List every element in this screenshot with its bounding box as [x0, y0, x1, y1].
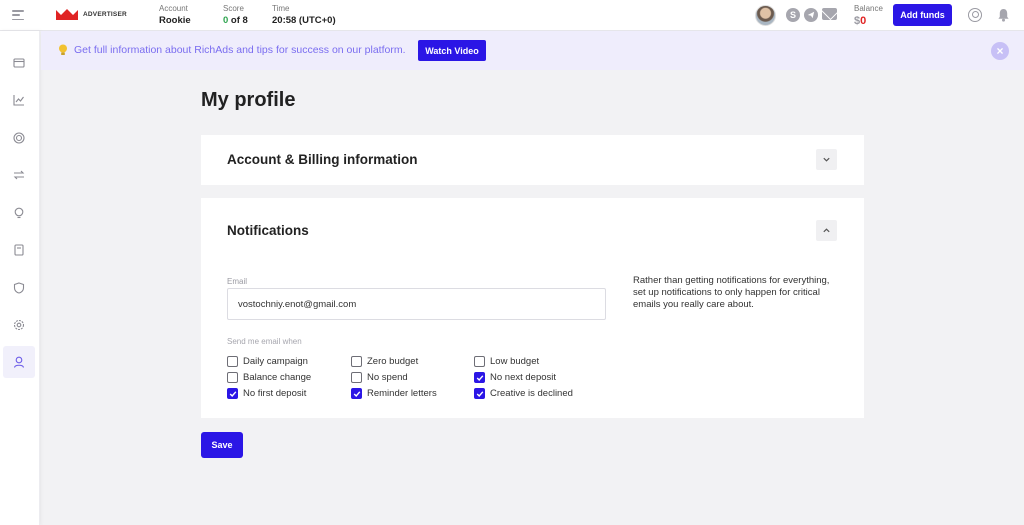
gear-icon — [13, 319, 25, 331]
time-stat: Time 20:58 (UTC+0) — [272, 4, 336, 27]
time-value: 20:58 (UTC+0) — [272, 15, 336, 26]
account-value: Rookie — [159, 15, 191, 26]
email-label: Email — [227, 277, 248, 286]
collapse-notifications-button[interactable] — [816, 220, 837, 241]
statistics-icon — [13, 95, 24, 106]
checkbox-no-next-deposit[interactable]: No next deposit — [474, 372, 556, 383]
crown-icon — [56, 9, 78, 20]
checkmark-icon — [353, 390, 360, 397]
time-label: Time — [272, 4, 290, 13]
checkbox-label: Reminder letters — [367, 388, 437, 399]
manager-avatar[interactable] — [755, 5, 776, 26]
checkbox-box[interactable] — [351, 356, 362, 367]
sidebar-item-statistics[interactable] — [3, 84, 35, 116]
balance: Balance $0 — [854, 4, 883, 28]
watch-video-button[interactable]: Watch Video — [418, 40, 486, 61]
checkbox-label: No spend — [367, 372, 408, 383]
save-button[interactable]: Save — [201, 432, 243, 458]
sidebar — [0, 31, 40, 525]
sidebar-item-transfers[interactable] — [3, 159, 35, 191]
sidebar-item-security[interactable] — [3, 272, 35, 304]
sidebar-item-docs[interactable] — [3, 234, 35, 266]
checkbox-low-budget[interactable]: Low budget — [474, 356, 539, 367]
score-label: Score — [223, 4, 244, 13]
chevron-up-icon — [823, 228, 830, 233]
sidebar-item-targeting[interactable] — [3, 122, 35, 154]
notifications-title: Notifications — [227, 223, 309, 238]
logo[interactable]: ADVERTISER — [56, 8, 127, 20]
checkmark-icon — [229, 390, 236, 397]
checkbox-box[interactable] — [474, 388, 485, 399]
checkmark-icon — [476, 374, 483, 381]
checkbox-daily-campaign[interactable]: Daily campaign — [227, 356, 308, 367]
account-label: Account — [159, 4, 188, 13]
sidebar-item-campaigns[interactable] — [3, 47, 35, 79]
book-icon — [14, 244, 24, 256]
account-stat: Account Rookie — [159, 4, 191, 27]
campaigns-icon — [13, 58, 25, 68]
checkbox-reminder-letters[interactable]: Reminder letters — [351, 388, 437, 399]
skype-icon[interactable]: S — [786, 8, 800, 22]
score-value: 0 of 8 — [223, 14, 248, 27]
checkmark-icon — [476, 390, 483, 397]
score-total: of 8 — [228, 15, 248, 26]
target-icon — [13, 132, 25, 144]
banner-text: Get full information about RichAds and t… — [74, 44, 406, 56]
logo-text: ADVERTISER — [83, 10, 127, 18]
telegram-icon[interactable] — [804, 8, 818, 22]
close-icon[interactable]: × — [991, 42, 1009, 60]
checkbox-creative-declined[interactable]: Creative is declined — [474, 388, 573, 399]
bell-icon[interactable] — [997, 8, 1010, 22]
page-title: My profile — [201, 89, 296, 111]
checkbox-label: No next deposit — [490, 372, 557, 383]
top-bar: ADVERTISER Account Rookie Score 0 of 8 T… — [0, 0, 1024, 31]
checkbox-box[interactable] — [474, 372, 485, 383]
notifications-help-text: Rather than getting notifications for ev… — [633, 275, 830, 310]
checkbox-no-first-deposit[interactable]: No first deposit — [227, 388, 306, 399]
add-funds-button[interactable]: Add funds — [893, 4, 952, 26]
mail-icon[interactable] — [822, 8, 837, 20]
expand-account-button[interactable] — [816, 149, 837, 170]
chevron-down-icon — [823, 157, 830, 162]
transfer-icon — [13, 170, 25, 180]
sidebar-item-tips[interactable] — [3, 197, 35, 229]
checkbox-label: No first deposit — [243, 388, 307, 399]
balance-value: $0 — [854, 14, 883, 28]
checkbox-label: Creative is declined — [490, 388, 573, 399]
checkbox-box[interactable] — [351, 388, 362, 399]
email-field[interactable] — [227, 288, 606, 320]
checkbox-label: Low budget — [490, 356, 540, 367]
checkbox-box[interactable] — [227, 356, 238, 367]
checkbox-zero-budget[interactable]: Zero budget — [351, 356, 418, 367]
lightbulb-icon — [14, 207, 24, 219]
checkbox-box[interactable] — [227, 388, 238, 399]
lightbulb-icon — [59, 44, 67, 55]
send-email-label: Send me email when — [227, 337, 302, 346]
score-stat: Score 0 of 8 — [223, 4, 248, 27]
checkbox-box[interactable] — [351, 372, 362, 383]
user-icon[interactable] — [968, 8, 982, 22]
account-billing-title: Account & Billing information — [227, 152, 418, 167]
checkbox-label: Balance change — [243, 372, 312, 383]
checkbox-box[interactable] — [474, 356, 485, 367]
checkbox-label: Daily campaign — [243, 356, 308, 367]
balance-label: Balance — [854, 4, 883, 13]
checkbox-balance-change[interactable]: Balance change — [227, 372, 311, 383]
balance-amount: 0 — [860, 15, 867, 27]
checkbox-no-spend[interactable]: No spend — [351, 372, 408, 383]
shield-icon — [13, 282, 25, 294]
checkbox-label: Zero budget — [367, 356, 419, 367]
notifications-card: Notifications Email Rather than getting … — [201, 198, 864, 418]
sidebar-item-settings[interactable] — [3, 309, 35, 341]
account-billing-card[interactable]: Account & Billing information — [201, 135, 864, 185]
menu-icon[interactable] — [12, 10, 24, 20]
user-icon — [13, 356, 25, 368]
sidebar-item-profile[interactable] — [3, 346, 35, 378]
checkbox-box[interactable] — [227, 372, 238, 383]
